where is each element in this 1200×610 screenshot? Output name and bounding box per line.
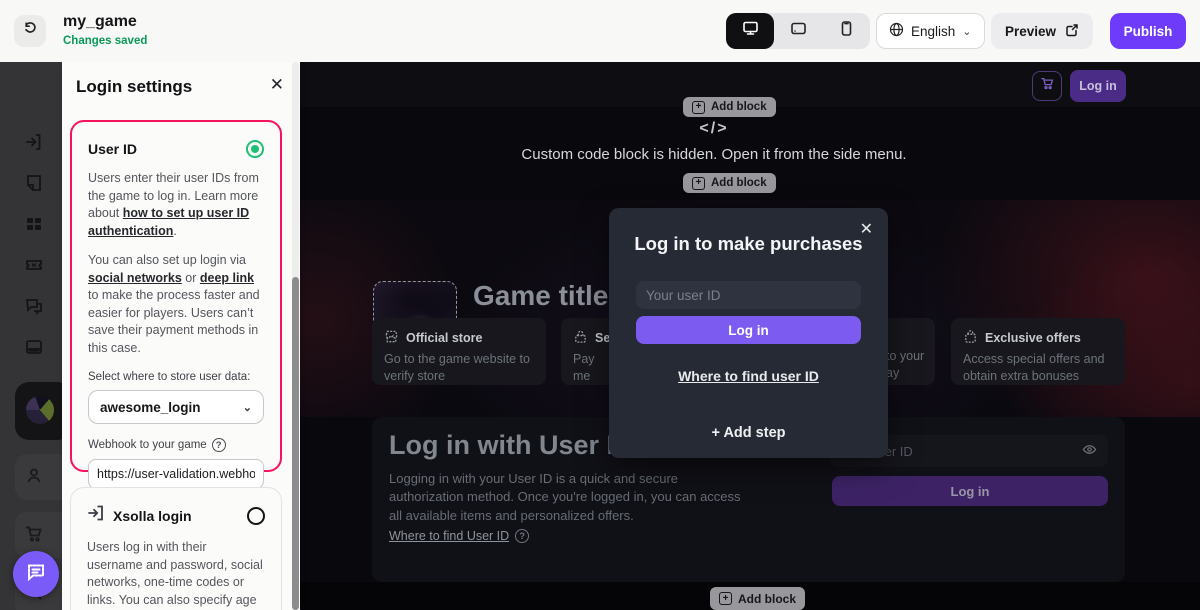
plus-icon: + (692, 176, 705, 190)
close-icon[interactable]: ✕ (270, 75, 284, 95)
device-desktop-button[interactable] (726, 13, 774, 49)
globe-icon (889, 22, 904, 40)
xsolla-radio-unselected[interactable] (247, 506, 265, 525)
cart-icon (24, 524, 46, 546)
user-id-title: User ID (88, 141, 138, 157)
plus-icon: + (692, 100, 705, 114)
plus-icon: + (719, 592, 732, 605)
user-id-option-card[interactable]: User ID Users enter their user IDs from … (70, 120, 282, 523)
panel-title: Login settings (76, 77, 193, 96)
help-icon: ? (515, 529, 530, 543)
person-icon (24, 466, 46, 488)
where-to-find-user-id-link[interactable]: Where to find user ID (609, 368, 888, 384)
user-id-description-1: Users enter their user IDs from the game… (88, 171, 259, 238)
sidebar-game-logo[interactable] (15, 382, 62, 440)
sidebar-footer-icon[interactable] (24, 337, 46, 359)
sidebar-item-account[interactable] (15, 454, 62, 500)
store-data-select[interactable]: awesome_login ⌄ (88, 390, 264, 424)
sidebar-promo-icon[interactable] (24, 255, 46, 277)
publish-button[interactable]: Publish (1110, 13, 1186, 49)
eye-icon[interactable] (1082, 442, 1097, 460)
device-toggle-group (726, 13, 870, 49)
device-tablet-button[interactable] (774, 13, 822, 49)
store-icon (384, 329, 399, 347)
sidebar-pages-icon[interactable] (24, 173, 46, 195)
lock-icon (573, 329, 588, 347)
deep-link-link[interactable]: deep link (200, 271, 254, 285)
preview-label: Preview (1005, 23, 1057, 39)
card-title: Official store (406, 331, 483, 345)
code-icon: </> (699, 120, 729, 137)
preview-header-login-button[interactable]: Log in (1070, 70, 1126, 102)
official-store-card: Official store Go to the game website to… (372, 318, 546, 385)
xsolla-login-title: Xsolla login (113, 507, 192, 524)
chat-bubble-icon (24, 560, 48, 589)
section-login-button[interactable]: Log in (832, 476, 1108, 506)
game-logo-icon (26, 396, 54, 424)
login-purchases-modal: ✕ Log in to make purchases Log in Where … (609, 208, 888, 458)
external-link-icon (1065, 23, 1079, 40)
language-select[interactable]: English ⌄ (876, 13, 985, 49)
cart-icon (1040, 76, 1055, 96)
device-mobile-button[interactable] (822, 13, 870, 49)
user-id-description-2: You can also set up login via social net… (88, 253, 260, 355)
webhook-label: Webhook to your game (88, 439, 207, 451)
game-title: Game title (473, 280, 609, 311)
exclusive-offers-card: Exclusive offers Access special offers a… (951, 318, 1125, 385)
modal-user-id-input[interactable] (636, 281, 861, 309)
undo-button[interactable] (14, 15, 46, 47)
sidebar (0, 62, 62, 610)
add-step-button[interactable]: + Add step (609, 425, 888, 441)
card-title: Exclusive offers (985, 331, 1081, 345)
tablet-icon (790, 20, 807, 42)
modal-title: Log in to make purchases (634, 233, 863, 254)
add-block-button-bottom[interactable]: + Add block (710, 587, 806, 610)
add-block-button-middle[interactable]: + Add block (683, 173, 776, 193)
social-networks-link[interactable]: social networks (88, 271, 182, 285)
help-icon[interactable]: ? (211, 438, 226, 452)
xsolla-login-option-card[interactable]: Xsolla login Users log in with their use… (70, 487, 282, 610)
chevron-down-icon: ⌄ (242, 401, 252, 414)
sidebar-chat-icon[interactable] (24, 296, 46, 318)
page-title: my_game (63, 13, 137, 30)
modal-login-button[interactable]: Log in (636, 316, 861, 344)
user-id-radio-selected[interactable] (246, 140, 264, 158)
webhook-input[interactable] (88, 459, 264, 489)
preview-cart-button[interactable] (1032, 71, 1062, 101)
bag-icon (963, 329, 978, 347)
card-description: Go to the game website to verify store (384, 352, 530, 383)
support-chat-button[interactable] (13, 551, 59, 597)
store-data-label: Select where to store user data: (88, 371, 251, 383)
save-status: Changes saved (63, 35, 148, 47)
language-label: English (911, 23, 956, 39)
topbar: my_game Changes saved English ⌄ Preview … (0, 0, 1200, 62)
section-heading: Log in with User ID (389, 430, 634, 460)
store-data-value: awesome_login (100, 399, 201, 415)
where-to-find-user-id-link[interactable]: Where to find User ID (389, 529, 509, 543)
sidebar-blocks-icon[interactable] (24, 214, 46, 236)
section-body: Logging in with your User ID is a quick … (389, 471, 741, 523)
undo-icon (22, 20, 39, 42)
desktop-icon (742, 20, 759, 42)
sidebar-login-icon[interactable] (24, 132, 46, 154)
chevron-down-icon: ⌄ (962, 25, 972, 38)
login-settings-panel: Login settings ✕ User ID Users enter the… (62, 62, 300, 610)
mobile-icon (838, 20, 855, 42)
preview-button[interactable]: Preview (991, 13, 1094, 49)
custom-code-hidden-message: Custom code block is hidden. Open it fro… (521, 146, 907, 163)
card-description: Access special offers and obtain extra b… (963, 352, 1105, 383)
xsolla-description: Users log in with their username and pas… (87, 540, 263, 607)
add-block-button-top[interactable]: + Add block (683, 97, 776, 117)
xsolla-login-icon (87, 504, 105, 527)
panel-scrollbar-thumb[interactable] (292, 277, 299, 610)
